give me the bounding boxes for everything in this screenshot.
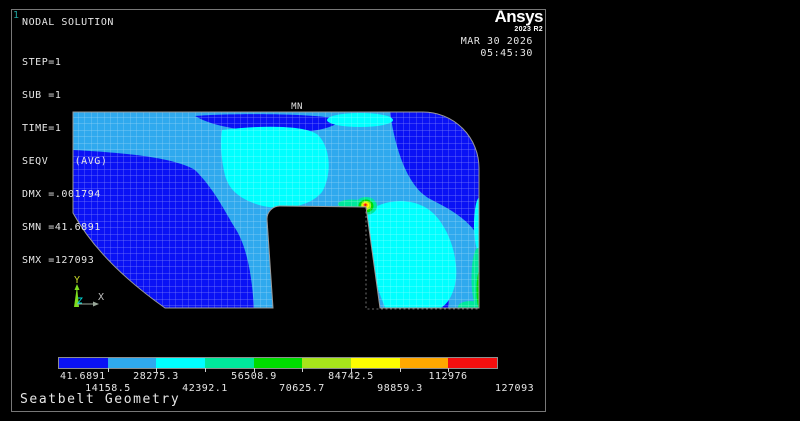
legend-value: 84742.5 — [328, 371, 374, 382]
legend-value: 14158.5 — [85, 383, 131, 394]
legend-value: 42392.1 — [182, 383, 228, 394]
date-text: MAR 30 2026 — [400, 36, 533, 48]
result-info-block: STEP=1 SUB =1 TIME=1 SEQV (AVG) DMX =.00… — [22, 35, 107, 288]
legend-seg-8 — [400, 358, 449, 368]
legend-value: 70625.7 — [279, 383, 325, 394]
legend-tick — [302, 368, 303, 372]
legend-seg-9 — [448, 358, 497, 368]
legend-value: 28275.3 — [133, 371, 179, 382]
sub-line: SUB =1 — [22, 90, 107, 101]
legend-seg-6 — [302, 358, 351, 368]
datetime-block: MAR 30 2026 05:45:30 — [400, 36, 533, 60]
time-text: 05:45:30 — [400, 48, 533, 60]
legend-value: 41.6891 — [60, 371, 106, 382]
legend-seg-5 — [254, 358, 303, 368]
dmx-line: DMX =.001794 — [22, 189, 107, 200]
ansys-logo: Ansys 2023 R2 — [400, 7, 543, 34]
z-axis-mark-icon — [78, 298, 82, 303]
x-axis-label: X — [98, 292, 104, 303]
legend-seg-4 — [205, 358, 254, 368]
contour-legend-bar — [58, 357, 498, 369]
step-line: STEP=1 — [22, 57, 107, 68]
legend-seg-2 — [108, 358, 157, 368]
legend-tick — [205, 368, 206, 372]
ansys-graphics-screen: 1 — [0, 0, 800, 421]
legend-value: 127093 — [495, 383, 534, 394]
seqv-line: SEQV (AVG) — [22, 156, 107, 167]
smx-line: SMX =127093 — [22, 255, 107, 266]
stress-contours — [67, 106, 486, 330]
plot-caption: Seatbelt Geometry — [20, 392, 180, 407]
time-line: TIME=1 — [22, 123, 107, 134]
legend-tick — [108, 368, 109, 372]
smn-line: SMN =41.6891 — [22, 222, 107, 233]
legend-seg-1 — [59, 358, 108, 368]
legend-tick — [400, 368, 401, 372]
legend-value: 56508.9 — [231, 371, 277, 382]
legend-seg-7 — [351, 358, 400, 368]
min-stress-marker: MN — [284, 102, 310, 112]
legend-seg-3 — [156, 358, 205, 368]
mesh-grid — [67, 106, 485, 314]
legend-value: 112976 — [428, 371, 467, 382]
result-title: NODAL SOLUTION — [22, 17, 114, 28]
ansys-version: 2023 R2 — [400, 26, 543, 34]
ansys-logo-text: Ansys — [400, 7, 543, 26]
legend-value: 98859.3 — [377, 383, 423, 394]
